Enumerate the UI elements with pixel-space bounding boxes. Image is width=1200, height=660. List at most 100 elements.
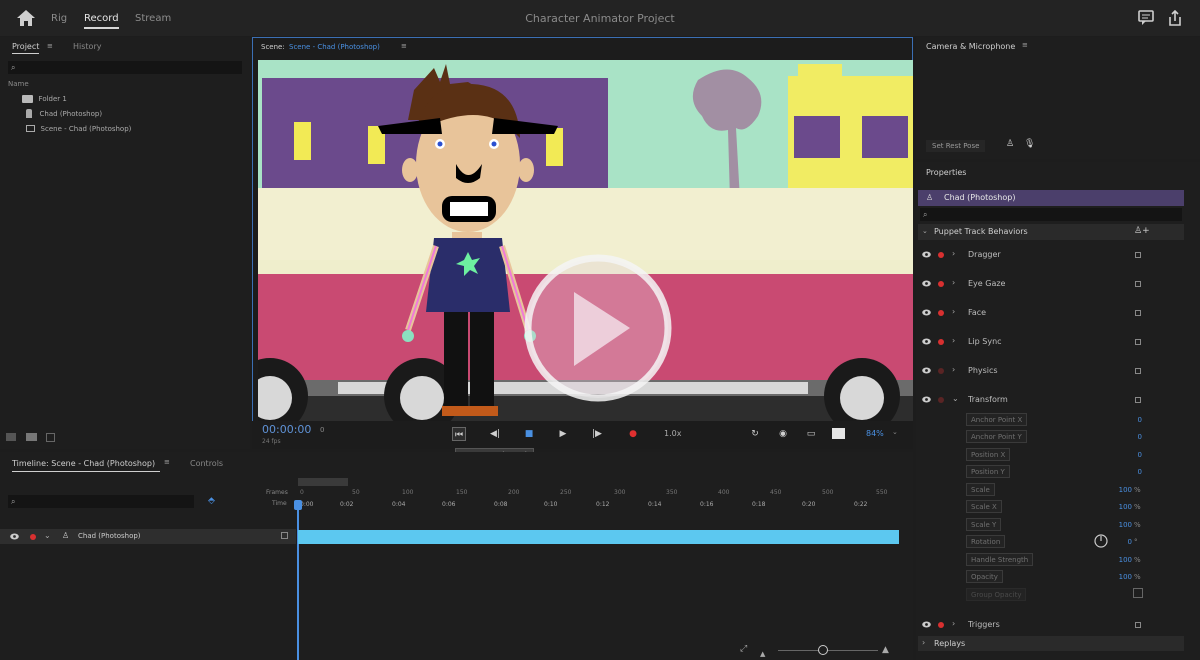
playhead[interactable] <box>297 500 299 660</box>
panel-menu-icon[interactable]: ≡ <box>1022 41 1028 49</box>
import-icon[interactable] <box>46 433 55 442</box>
record-button[interactable]: ● <box>626 427 640 441</box>
playback-speed[interactable]: 1.0x <box>664 429 681 438</box>
loop-icon[interactable]: ↻ <box>748 427 762 441</box>
param-value[interactable]: 0 <box>1102 433 1142 441</box>
tab-history[interactable]: History <box>73 42 101 51</box>
behavior-row-face[interactable]: › Face <box>916 304 1156 324</box>
track-bar[interactable] <box>298 530 899 544</box>
panel-menu-icon[interactable]: ≡ <box>47 42 53 50</box>
behavior-row-transform[interactable]: ⌄ Transform <box>916 391 1156 411</box>
eye-icon[interactable] <box>922 280 931 287</box>
param-value[interactable]: 100 <box>1092 556 1132 564</box>
properties-search-input[interactable]: ⌕ <box>920 208 1182 221</box>
share-icon[interactable] <box>1167 10 1183 26</box>
zoom-in-icon[interactable]: ▲ <box>882 645 889 655</box>
zoom-slider-thumb[interactable] <box>818 645 828 655</box>
list-item[interactable]: Scene - Chad (Photoshop) <box>26 124 131 133</box>
eye-icon[interactable] <box>922 621 931 628</box>
behavior-row-eye-gaze[interactable]: › Eye Gaze <box>916 275 1156 295</box>
zoom-out-icon[interactable]: ▲ <box>760 650 765 658</box>
param-value[interactable]: 100 <box>1092 503 1132 511</box>
fit-icon[interactable]: ⤢ <box>740 644 747 654</box>
record-arm-icon[interactable] <box>938 281 944 287</box>
param-value[interactable]: 100 <box>1092 521 1132 529</box>
scene-canvas[interactable] <box>258 60 913 421</box>
record-arm-icon[interactable] <box>938 622 944 628</box>
chevron-right-icon[interactable]: › <box>952 336 955 345</box>
eye-icon[interactable] <box>922 338 931 345</box>
background-color-swatch[interactable] <box>832 428 845 439</box>
zoom-slider[interactable] <box>778 650 878 651</box>
behaviors-section-header[interactable]: ⌄ Puppet Track Behaviors ♙+ <box>918 224 1184 240</box>
lock-icon[interactable] <box>281 532 288 539</box>
param-value[interactable]: 0 <box>1102 468 1142 476</box>
screen-icon[interactable]: ▭ <box>804 427 818 441</box>
list-item[interactable]: Chad (Photoshop) <box>26 109 102 118</box>
selected-puppet-row[interactable]: ♙ Chad (Photoshop) <box>918 190 1184 206</box>
behavior-menu-icon[interactable] <box>1135 310 1141 316</box>
chevron-right-icon[interactable]: › <box>952 307 955 316</box>
eye-icon[interactable] <box>922 251 931 258</box>
record-arm-icon[interactable] <box>938 252 944 258</box>
behavior-row-dragger[interactable]: › Dragger <box>916 246 1156 266</box>
go-to-start-button[interactable]: ⏮ <box>452 427 466 441</box>
puppet-pick-icon[interactable]: ⬘ <box>208 496 215 506</box>
behavior-menu-icon[interactable] <box>1135 368 1141 374</box>
tab-timeline[interactable]: Timeline: Scene - Chad (Photoshop) <box>12 459 155 468</box>
timecode[interactable]: 00:00:00 <box>262 423 311 436</box>
timeline-ruler[interactable]: Frames Time 0 50 100 150 200 250 300 350… <box>266 487 901 513</box>
group-opacity-checkbox[interactable] <box>1133 588 1143 598</box>
chevron-down-icon[interactable]: ⌄ <box>952 394 959 403</box>
chevron-right-icon[interactable]: › <box>952 619 955 628</box>
set-rest-pose-button[interactable]: Set Rest Pose <box>926 140 986 152</box>
record-arm-icon[interactable] <box>30 534 36 540</box>
timeline-scroll-thumb[interactable] <box>298 478 348 486</box>
eye-icon[interactable] <box>922 367 931 374</box>
tab-project[interactable]: Project <box>12 42 40 54</box>
param-value[interactable]: 0 <box>1102 416 1142 424</box>
face-track-icon[interactable]: ◉ <box>776 427 790 441</box>
microphone-icon[interactable]: 🎙 <box>1024 139 1035 149</box>
step-back-button[interactable]: ◀| <box>488 427 502 441</box>
chevron-right-icon[interactable]: › <box>952 249 955 258</box>
replays-section-header[interactable]: › Replays <box>918 636 1184 651</box>
eye-icon[interactable] <box>922 309 931 316</box>
timeline-search-input[interactable]: ⌕ <box>8 495 194 508</box>
tab-controls[interactable]: Controls <box>190 459 223 468</box>
param-value[interactable]: 0 <box>1102 451 1142 459</box>
eye-icon[interactable] <box>922 396 931 403</box>
behavior-menu-icon[interactable] <box>1135 281 1141 287</box>
list-item[interactable]: Folder 1 <box>22 94 67 103</box>
chevron-down-icon[interactable]: ⌄ <box>892 428 898 436</box>
new-bin-icon[interactable] <box>6 433 16 441</box>
chevron-right-icon[interactable]: › <box>952 365 955 374</box>
behavior-menu-icon[interactable] <box>1135 622 1141 628</box>
camera-icon[interactable]: ♙ <box>1006 139 1014 149</box>
column-header-name[interactable]: Name <box>8 80 29 88</box>
project-search-input[interactable]: ⌕ <box>8 61 242 74</box>
panel-menu-icon[interactable]: ≡ <box>401 42 407 50</box>
record-arm-icon[interactable] <box>938 368 944 374</box>
feedback-icon[interactable] <box>1138 10 1154 26</box>
behavior-row-physics[interactable]: › Physics <box>916 362 1156 382</box>
add-behavior-icon[interactable]: ♙+ <box>1134 226 1150 236</box>
behavior-menu-icon[interactable] <box>1135 252 1141 258</box>
zoom-level[interactable]: 84% <box>866 429 884 438</box>
param-value[interactable]: 0 <box>1092 538 1132 546</box>
record-arm-icon[interactable] <box>938 339 944 345</box>
record-arm-icon[interactable] <box>938 310 944 316</box>
eye-icon[interactable] <box>10 533 19 540</box>
chevron-right-icon[interactable]: › <box>952 278 955 287</box>
behavior-menu-icon[interactable] <box>1135 397 1141 403</box>
behavior-row-lip-sync[interactable]: › Lip Sync <box>916 333 1156 353</box>
playhead-handle[interactable] <box>294 500 302 510</box>
behavior-row-triggers[interactable]: › Triggers <box>916 616 1156 636</box>
panel-menu-icon[interactable]: ≡ <box>164 458 170 466</box>
play-button[interactable]: ▶ <box>556 427 570 441</box>
record-arm-icon[interactable] <box>938 397 944 403</box>
step-forward-button[interactable]: |▶ <box>590 427 604 441</box>
chevron-down-icon[interactable]: ⌄ <box>44 531 51 540</box>
stop-button[interactable]: ■ <box>522 427 536 441</box>
folder-icon[interactable] <box>26 433 37 441</box>
